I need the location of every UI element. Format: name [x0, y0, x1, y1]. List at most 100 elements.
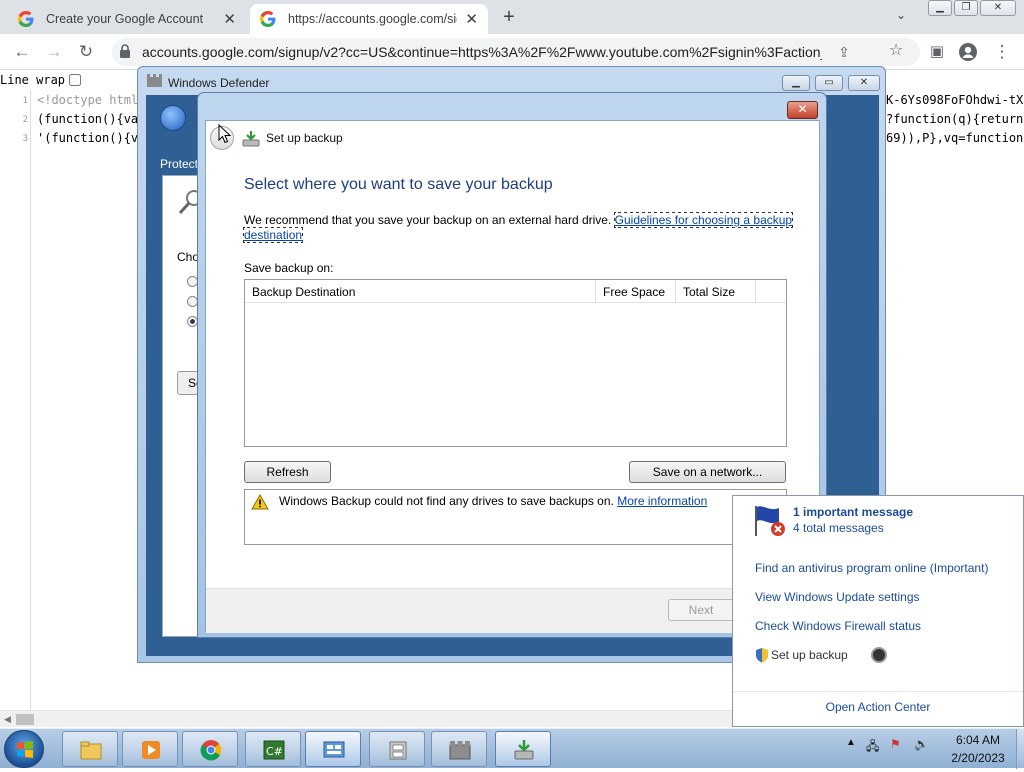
backup-close-button[interactable]: ✕ [787, 101, 818, 119]
source-line: <!doctype html [37, 93, 139, 107]
address-bar[interactable]: accounts.google.com/signup/v2?cc=US&cont… [112, 38, 920, 66]
tab-accounts-signup[interactable]: https://accounts.google.com/sig ✕ [250, 4, 488, 34]
progress-clock-icon [871, 647, 887, 663]
refresh-button[interactable]: Refresh [244, 461, 331, 483]
taskbar-backup[interactable] [495, 731, 551, 767]
taskbar-chrome[interactable] [182, 731, 238, 767]
line-number: 1 [22, 96, 28, 106]
warning-message: Windows Backup could not find any drives… [279, 494, 614, 508]
line-wrap-toggle[interactable]: Line wrap [0, 73, 82, 87]
recommendation-text: We recommend that you save your backup o… [242, 212, 794, 243]
windows-update-settings-link[interactable]: View Windows Update settings [755, 590, 920, 604]
line-number: 2 [22, 115, 28, 125]
horizontal-scrollbar[interactable]: ◀ [0, 710, 740, 727]
google-logo-icon [260, 11, 276, 27]
open-action-center-link[interactable]: Open Action Center [733, 691, 1023, 728]
line-wrap-checkbox[interactable] [69, 74, 82, 86]
defender-title: Windows Defender [168, 76, 270, 90]
tab-close-icon[interactable]: ✕ [465, 10, 478, 28]
total-messages-link[interactable]: 4 total messages [793, 521, 884, 535]
source-line-fragment: 69)),P},vq=function [886, 131, 1024, 145]
action-center-tray-icon[interactable]: ⚑ [890, 737, 901, 751]
network-icon[interactable]: 🖧 [866, 737, 879, 758]
google-logo-icon [18, 11, 34, 27]
address-text: accounts.google.com/signup/v2?cc=US&cont… [142, 44, 822, 60]
back-arrow-icon[interactable]: ← [12, 42, 32, 62]
show-hidden-icons-icon[interactable]: ▲ [846, 737, 856, 748]
share-icon[interactable]: ⇪ [834, 42, 854, 62]
forward-arrow-icon[interactable]: → [44, 42, 64, 62]
wizard-footer: Next [206, 588, 819, 633]
tab-create-google-account[interactable]: Create your Google Account ✕ [8, 4, 246, 34]
find-antivirus-link[interactable]: Find an antivirus program online (Import… [755, 561, 988, 575]
csharp-icon: C# [263, 740, 285, 760]
taskbar-file-cabinet[interactable] [369, 731, 425, 767]
defender-titlebar[interactable]: Windows Defender ▁ ▭ ✕ [138, 67, 885, 93]
browser-toolbar: ← → ↻ accounts.google.com/signup/v2?cc=U… [0, 34, 1024, 70]
profile-avatar[interactable] [958, 42, 978, 62]
chrome-icon [200, 740, 222, 761]
windows-logo-icon [17, 741, 33, 758]
show-desktop-button[interactable] [1016, 729, 1024, 769]
taskbar-explorer[interactable] [62, 731, 118, 767]
taskbar-csharp[interactable]: C# [245, 731, 301, 767]
source-line-fragment: K-6Ys098FoFOhdwi-tX [886, 93, 1024, 107]
new-tab-button[interactable]: + [498, 6, 520, 29]
media-player-icon [142, 741, 160, 759]
next-button[interactable]: Next [668, 599, 734, 621]
page-heading: Select where you want to save your backu… [244, 176, 553, 193]
start-button[interactable] [4, 730, 44, 768]
tab-close-icon[interactable]: ✕ [223, 10, 236, 28]
setup-backup-item[interactable]: Set up backup [771, 648, 848, 662]
action-center-flag-icon [755, 506, 785, 536]
column-header-total-size[interactable]: Total Size [676, 280, 756, 303]
source-line: '(function(){v [37, 131, 139, 145]
close-browser-button[interactable]: ✕ [980, 0, 1016, 16]
restore-button[interactable]: ❐ [954, 0, 978, 16]
save-on-network-button[interactable]: Save on a network... [629, 461, 786, 483]
bookmark-star-icon[interactable]: ☆ [886, 41, 906, 61]
tab-title: https://accounts.google.com/sig [288, 12, 458, 26]
warning-icon [251, 494, 269, 510]
defender-minimize-button[interactable]: ▁ [782, 75, 810, 91]
source-line: (function(){va [37, 112, 139, 126]
lock-icon [120, 44, 130, 58]
uac-shield-icon [756, 648, 768, 663]
defender-back-icon[interactable] [160, 105, 186, 131]
scroll-left-arrow-icon[interactable]: ◀ [4, 714, 11, 725]
volume-icon[interactable]: 🔈 [914, 737, 929, 751]
column-header-free-space[interactable]: Free Space [596, 280, 676, 303]
more-information-link[interactable]: More information [617, 494, 707, 508]
defender-maximize-button[interactable]: ▭ [815, 75, 843, 91]
tab-search-icon[interactable]: ⌄ [896, 8, 906, 22]
action-center-popup: 1 important message 4 total messages Fin… [732, 495, 1024, 727]
save-backup-on-label: Save backup on: [244, 261, 334, 275]
defender-close-button[interactable]: ✕ [848, 75, 880, 91]
taskbar-control-panel[interactable] [305, 731, 361, 767]
line-number-gutter: 1 2 3 [0, 90, 31, 710]
firewall-status-link[interactable]: Check Windows Firewall status [755, 619, 921, 633]
defender-protect-label: Protect [160, 157, 199, 171]
warning-text: Windows Backup could not find any drives… [279, 494, 707, 508]
taskbar-firewall[interactable] [431, 731, 487, 767]
backup-window-title: Set up backup [266, 131, 343, 145]
side-panel-icon[interactable]: ▣ [927, 42, 947, 62]
important-message-link[interactable]: 1 important message [793, 505, 913, 519]
reload-icon[interactable]: ↻ [76, 42, 96, 62]
svg-text:C#: C# [266, 745, 283, 758]
backup-header: Set up backup [206, 121, 819, 157]
windows-taskbar: C# ▲ 🖧 ⚑ 🔈 6:04 AM 2/20/2023 [0, 728, 1024, 769]
backup-destination-list[interactable]: Backup Destination Free Space Total Size [244, 279, 787, 447]
more-menu-icon[interactable]: ⋮ [992, 42, 1012, 62]
tab-title: Create your Google Account [46, 12, 204, 26]
backup-client-area: Set up backup Select where you want to s… [205, 120, 820, 633]
source-line-fragment: ?function(q){return [886, 112, 1024, 126]
warning-message-box: Windows Backup could not find any drives… [244, 489, 787, 545]
clock-time[interactable]: 6:04 AM [948, 733, 1008, 747]
column-header-destination[interactable]: Backup Destination [245, 280, 596, 303]
defender-castle-icon [147, 74, 162, 87]
clock-date[interactable]: 2/20/2023 [942, 751, 1014, 765]
minimize-button[interactable]: ▁ [928, 0, 952, 16]
scrollbar-thumb[interactable] [16, 714, 34, 725]
taskbar-media-player[interactable] [122, 731, 178, 767]
